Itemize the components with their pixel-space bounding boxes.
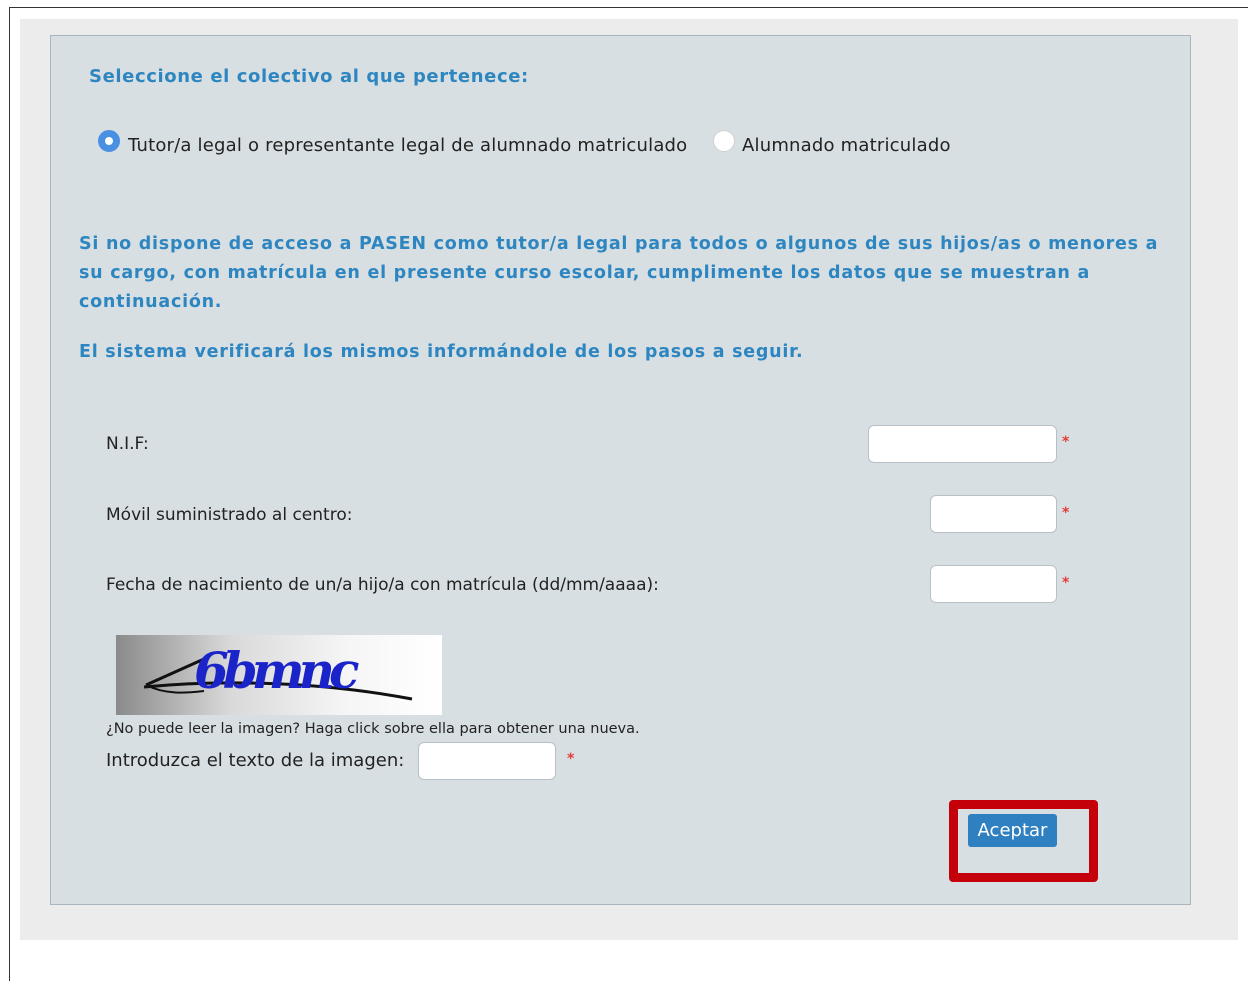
info-verify-text: El sistema verificará los mismos informá… xyxy=(79,342,804,362)
fecha-required-marker: * xyxy=(1062,575,1070,591)
captcha-text: 6bmnc xyxy=(194,641,359,700)
fecha-nacimiento-input[interactable] xyxy=(930,565,1057,603)
info-paragraph: Si no dispone de acceso a PASEN como tut… xyxy=(79,234,1159,312)
section-title: Seleccione el colectivo al que pertenece… xyxy=(89,66,529,87)
captcha-input[interactable] xyxy=(418,742,556,780)
movil-label: Móvil suministrado al centro: xyxy=(106,505,353,525)
captcha-required-marker: * xyxy=(567,751,575,767)
aceptar-button[interactable]: Aceptar xyxy=(968,814,1057,847)
nif-input[interactable] xyxy=(868,425,1057,463)
nif-required-marker: * xyxy=(1062,434,1070,450)
movil-required-marker: * xyxy=(1062,505,1070,521)
fecha-nacimiento-label: Fecha de nacimiento de un/a hijo/a con m… xyxy=(106,575,659,595)
form-panel xyxy=(50,35,1191,905)
radio-alumnado-label[interactable]: Alumnado matriculado xyxy=(742,135,951,156)
radio-tutor-legal-label[interactable]: Tutor/a legal o representante legal de a… xyxy=(128,135,687,156)
captcha-image[interactable]: 6bmnc xyxy=(116,635,442,715)
movil-input[interactable] xyxy=(930,495,1057,533)
nif-label: N.I.F: xyxy=(106,434,149,454)
radio-alumnado[interactable] xyxy=(713,130,735,152)
captcha-hint: ¿No puede leer la imagen? Haga click sob… xyxy=(106,721,640,737)
radio-tutor-legal[interactable] xyxy=(98,130,120,152)
captcha-label: Introduzca el texto de la imagen: xyxy=(106,750,405,771)
